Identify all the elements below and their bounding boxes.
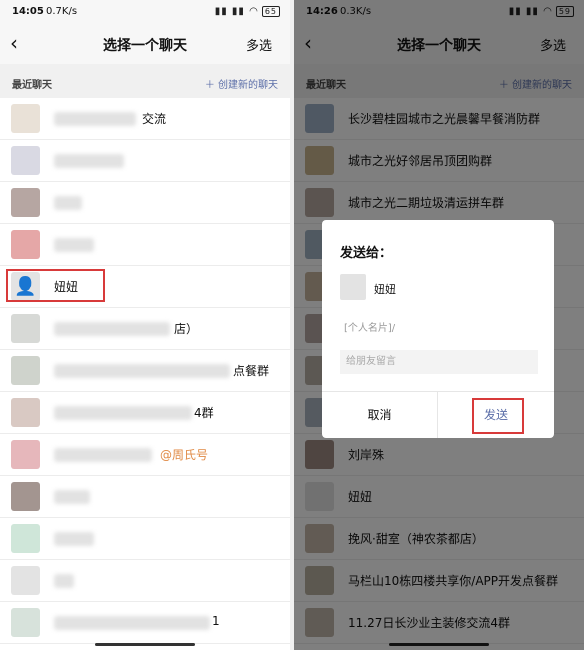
chat-list-item[interactable]: 点餐群	[0, 350, 290, 392]
chat-avatar	[11, 188, 40, 217]
blurred-name	[54, 322, 170, 336]
chat-list-item[interactable]	[0, 476, 290, 518]
chat-avatar	[11, 524, 40, 553]
chat-list-item[interactable]: 4群	[0, 392, 290, 434]
multi-select-button[interactable]: 多选	[246, 35, 272, 54]
home-indicator	[95, 643, 195, 646]
chat-list-item[interactable]: 1	[0, 602, 290, 644]
chat-name: 4群	[194, 406, 214, 420]
recipient-avatar	[340, 274, 366, 300]
send-to-dialog: 发送给： 妞妞 [个人名片]/ 给朋友留言 取消 发送	[322, 220, 554, 438]
blurred-name	[54, 532, 94, 546]
dialog-title: 发送给：	[340, 246, 393, 261]
chat-list-item[interactable]	[0, 224, 290, 266]
chat-list-item[interactable]: 店）	[0, 308, 290, 350]
blurred-name	[54, 364, 230, 378]
chat-avatar	[11, 356, 40, 385]
send-highlight-box	[472, 398, 524, 434]
chat-list-item[interactable]	[0, 140, 290, 182]
recipient-name: 妞妞	[374, 283, 396, 296]
nav-bar: ‹ 选择一个聊天 多选	[0, 24, 290, 64]
selected-highlight-box	[6, 269, 105, 302]
chat-list: 交流 👤 妞妞店） 点餐群 4群 @周氏号 1	[0, 98, 290, 644]
chat-avatar	[11, 608, 40, 637]
chat-list-item[interactable]: 交流	[0, 98, 290, 140]
signal-wifi-battery-icons: ▮▮ ▮▮ ◠ 65	[215, 6, 280, 17]
chat-list-item[interactable]	[0, 182, 290, 224]
chat-avatar	[11, 230, 40, 259]
chat-name: 店）	[174, 322, 199, 336]
chat-list-item[interactable]	[0, 518, 290, 560]
recent-chats-header: 最近聊天 ＋ 创建新的聊天	[0, 64, 290, 98]
home-indicator	[389, 643, 489, 646]
chat-list-item[interactable]	[0, 560, 290, 602]
chat-name: 点餐群	[233, 364, 270, 378]
create-new-chat-link[interactable]: ＋ 创建新的聊天	[205, 76, 278, 91]
battery-icon: 65	[261, 6, 280, 17]
chat-avatar	[11, 482, 40, 511]
chat-avatar	[11, 104, 40, 133]
blurred-name	[54, 154, 124, 168]
blurred-name	[54, 406, 192, 420]
chat-name: 1	[212, 614, 220, 628]
chat-avatar	[11, 566, 40, 595]
blurred-name	[54, 448, 152, 462]
status-time: 14:05	[12, 6, 44, 17]
chat-name: 交流	[142, 112, 167, 126]
chat-avatar	[11, 440, 40, 469]
chat-avatar	[11, 146, 40, 175]
chat-list-item[interactable]: @周氏号	[0, 434, 290, 476]
left-screen: 14:05 0.7K/s ▮▮ ▮▮ ◠ 65 ‹ 选择一个聊天 多选 最近聊天 …	[0, 0, 290, 650]
blurred-name	[54, 112, 136, 126]
blurred-name	[54, 490, 90, 504]
blurred-name	[54, 616, 210, 630]
chat-list-item[interactable]: 👤 妞妞	[0, 266, 290, 308]
contact-card-preview: [个人名片]/	[344, 323, 396, 334]
status-network-speed: 0.7K/s	[46, 6, 78, 17]
right-screen: 14:26 0.3K/s ▮▮ ▮▮ ◠59 ‹ 选择一个聊天 多选 最近聊天 …	[294, 0, 584, 650]
chat-name: @周氏号	[160, 448, 209, 462]
blurred-name	[54, 574, 74, 588]
status-bar: 14:05 0.7K/s ▮▮ ▮▮ ◠ 65	[0, 0, 290, 24]
message-input[interactable]: 给朋友留言	[340, 350, 538, 374]
chat-avatar	[11, 314, 40, 343]
blurred-name	[54, 196, 82, 210]
blurred-name	[54, 238, 94, 252]
cancel-button[interactable]: 取消	[322, 392, 438, 438]
recent-chats-label: 最近聊天	[12, 80, 52, 91]
chat-avatar	[11, 398, 40, 427]
